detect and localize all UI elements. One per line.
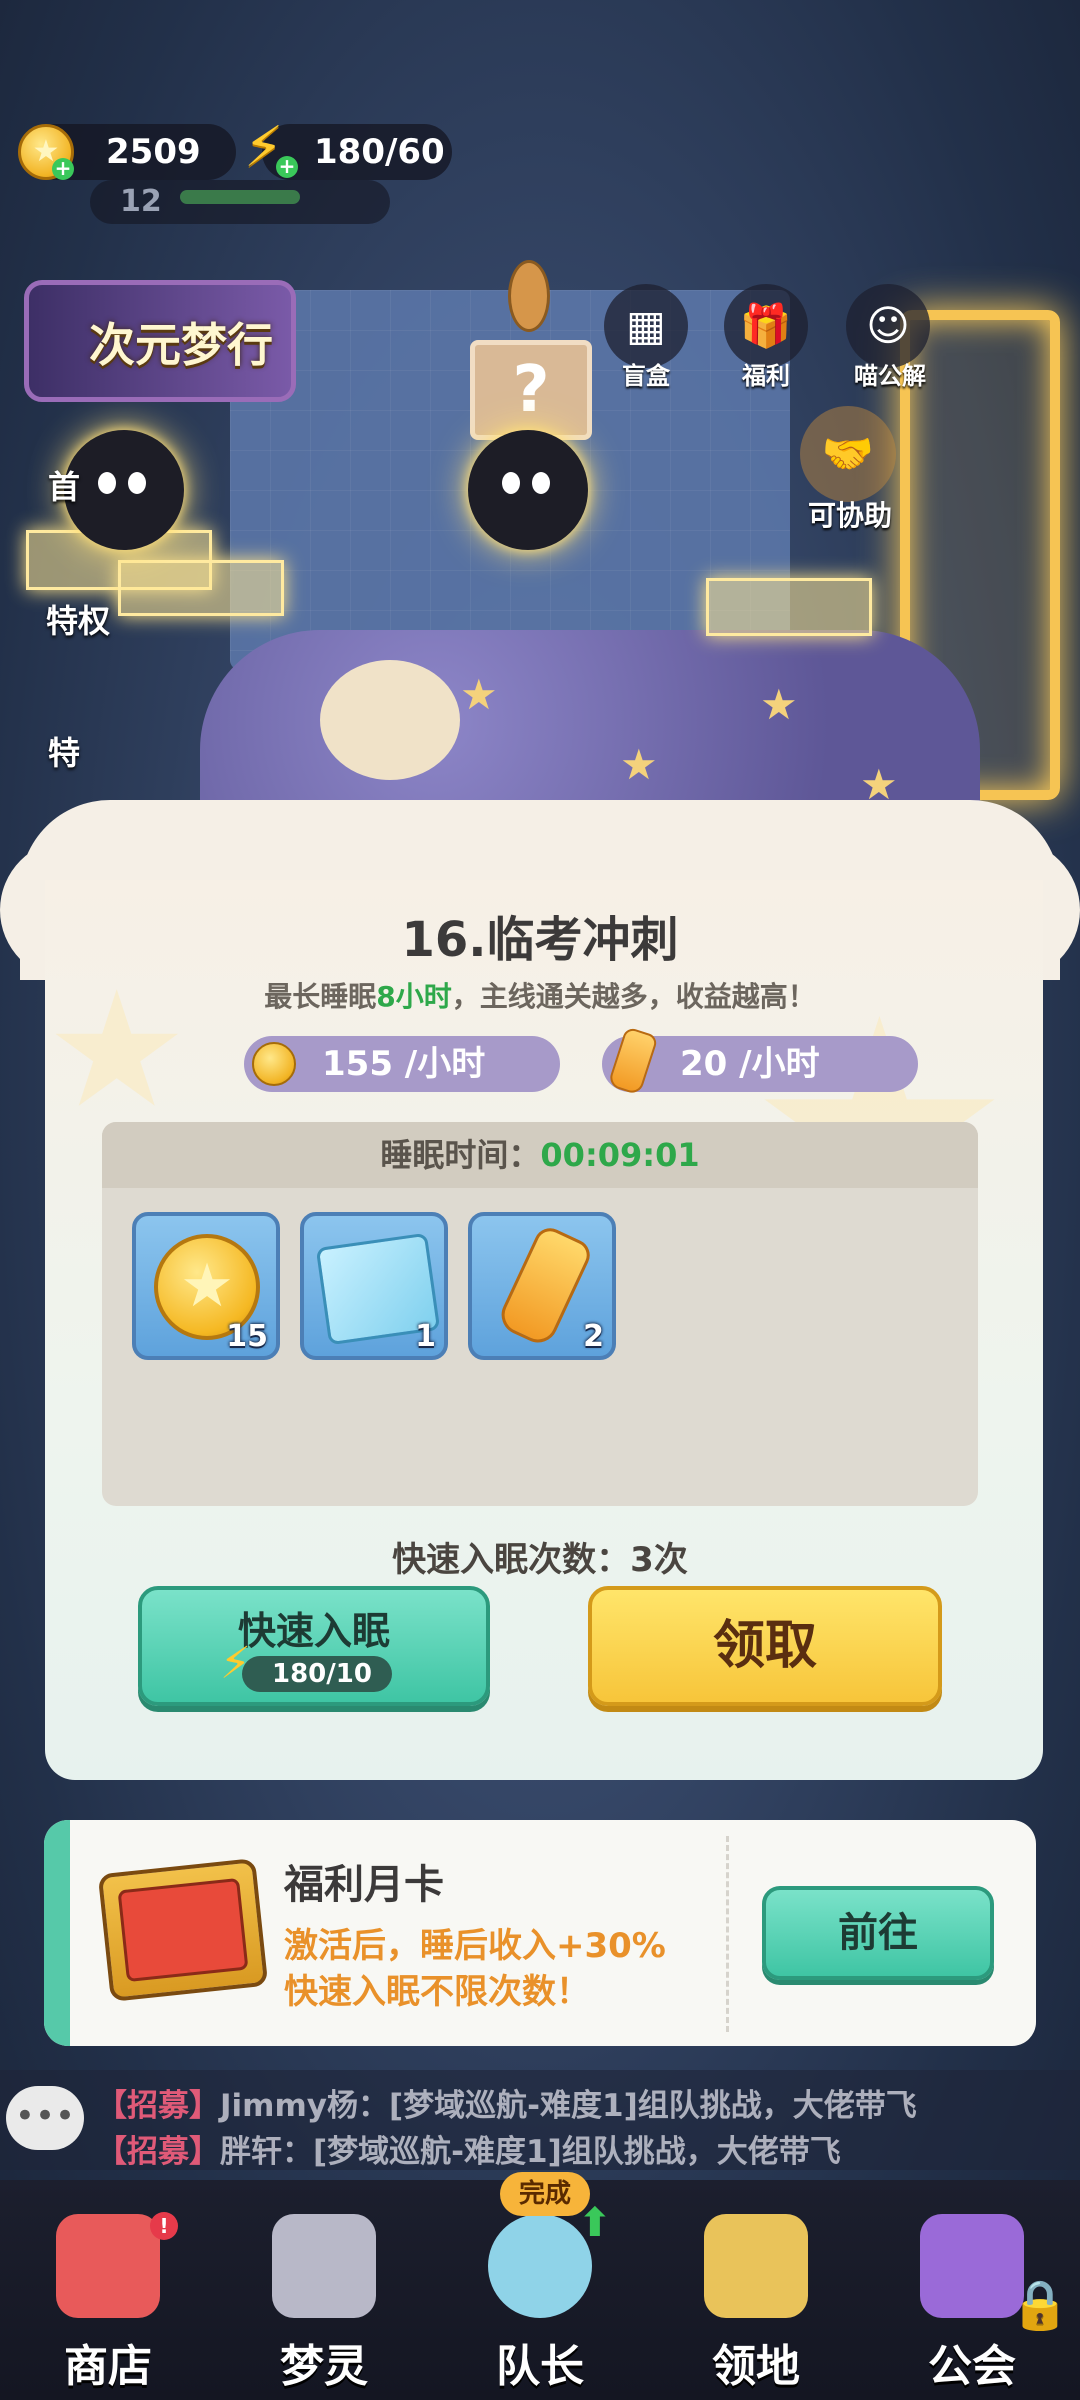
quick-sleep-label: 快速入眠 (237, 1609, 390, 1653)
sleep-subtitle: 最长睡眠8小时，主线通关越多，收益越高！ (264, 980, 816, 1013)
nav-guild[interactable]: 🔒 公会 (864, 2180, 1080, 2400)
reward-item-bottle[interactable]: 2 (468, 1212, 616, 1360)
reward-item-coin[interactable]: ★ 15 (132, 1212, 280, 1360)
sleep-time-value: 00:09:01 (540, 1136, 700, 1174)
event-banner[interactable]: 次元梦行 (24, 280, 296, 402)
cat-label: 喵公解 (854, 362, 926, 390)
gift-label: 福利 (742, 362, 790, 390)
shop-icon (56, 2214, 160, 2318)
star-icon: ★ (620, 740, 658, 789)
nav-territory-label: 领地 (712, 2341, 800, 2392)
star-icon: ★ (460, 670, 498, 719)
coin-rate: 155 /小时 (322, 1044, 486, 1084)
nav-spirit[interactable]: 梦灵 (216, 2180, 432, 2400)
star-icon: ★ (760, 680, 798, 729)
guild-icon (920, 2214, 1024, 2318)
blind-box-label: 盲盒 (622, 362, 670, 390)
avatar-icon (488, 2214, 592, 2318)
sleep-time-header: 睡眠时间：00:09:01 (102, 1122, 978, 1188)
monthly-card-icon (97, 1858, 269, 2002)
event-banner-label: 次元梦行 (89, 318, 273, 372)
reward-item-map[interactable]: 1 (300, 1212, 448, 1360)
reward-count: 15 (226, 1319, 268, 1354)
bottle-icon (495, 1222, 595, 1350)
nav-territory[interactable]: 领地 (648, 2180, 864, 2400)
sleep-level-title: 16.临考冲刺 (401, 912, 679, 968)
card-divider (726, 1836, 729, 2032)
coin-rate-pill: 155 /小时 (244, 1036, 560, 1092)
glowing-tile (118, 560, 284, 616)
nav-shop[interactable]: ! 商店 (0, 2180, 216, 2400)
monthly-card-title: 福利月卡 (284, 1862, 444, 1908)
complete-tag: 完成 (500, 2172, 590, 2216)
privilege-label[interactable]: 特权 (46, 596, 110, 642)
coin-icon (508, 260, 550, 332)
add-energy-button[interactable]: + (276, 156, 298, 178)
monthly-card-benefit-1: 激活后，睡后收入+30% (284, 1926, 666, 1966)
exp-progress-fill (180, 190, 300, 204)
handshake-label: 可协助 (807, 499, 892, 532)
level-bar: 12 (90, 180, 390, 224)
handshake-icon[interactable]: 🤝 (800, 406, 896, 502)
player-level: 12 (120, 184, 162, 219)
energy-cost: ⚡ 180/10 (220, 1642, 392, 1692)
energy-count: 180/60 (314, 132, 445, 172)
glowing-tile (706, 578, 872, 636)
robot-icon (272, 2214, 376, 2318)
shadow-creature[interactable] (468, 430, 588, 550)
coin-icon (252, 1042, 296, 1086)
quick-sleep-count: 快速入眠次数：3次 (392, 1540, 688, 1580)
reward-count: 1 (415, 1319, 436, 1354)
bottle-rate-pill: 20 /小时 (602, 1026, 918, 1096)
nav-guild-label: 公会 (928, 2341, 1016, 2392)
bottle-rate: 20 /小时 (680, 1044, 820, 1084)
chat-message: 【招募】胖轩：[梦域巡航-难度1]组队挑战，大佬带飞 (96, 2134, 841, 2170)
side-label[interactable]: 特 (48, 728, 80, 774)
sleeping-character-head (320, 660, 460, 780)
nav-captain-label: 队长 (496, 2341, 584, 2392)
claim-button[interactable]: 领取 (588, 1586, 942, 1706)
side-label: 首 (48, 468, 81, 506)
nav-spirit-label: 梦灵 (280, 2341, 368, 2392)
question-block-icon[interactable]: ? (470, 340, 592, 440)
lock-icon: 🔒 (1010, 2277, 1070, 2333)
energy-bolt-icon: ⚡ (220, 1638, 251, 1689)
shadow-creature[interactable] (64, 430, 184, 550)
chat-bubble-icon[interactable]: ••• (6, 2086, 84, 2150)
notification-badge: ! (150, 2212, 178, 2240)
door-icon (704, 2214, 808, 2318)
reward-count: 2 (583, 1319, 604, 1354)
go-button[interactable]: 前往 (762, 1886, 994, 1980)
monthly-card-benefit-2: 快速入眠不限次数！ (284, 1972, 590, 2012)
add-coin-button[interactable]: + (52, 158, 74, 180)
nav-shop-label: 商店 (64, 2341, 152, 2392)
coin-count: 2509 (106, 132, 201, 172)
chat-message: 【招募】Jimmy杨：[梦域巡航-难度1]组队挑战，大佬带飞 (96, 2088, 917, 2124)
quick-sleep-button[interactable]: 快速入眠 ⚡ 180/10 (138, 1586, 490, 1706)
